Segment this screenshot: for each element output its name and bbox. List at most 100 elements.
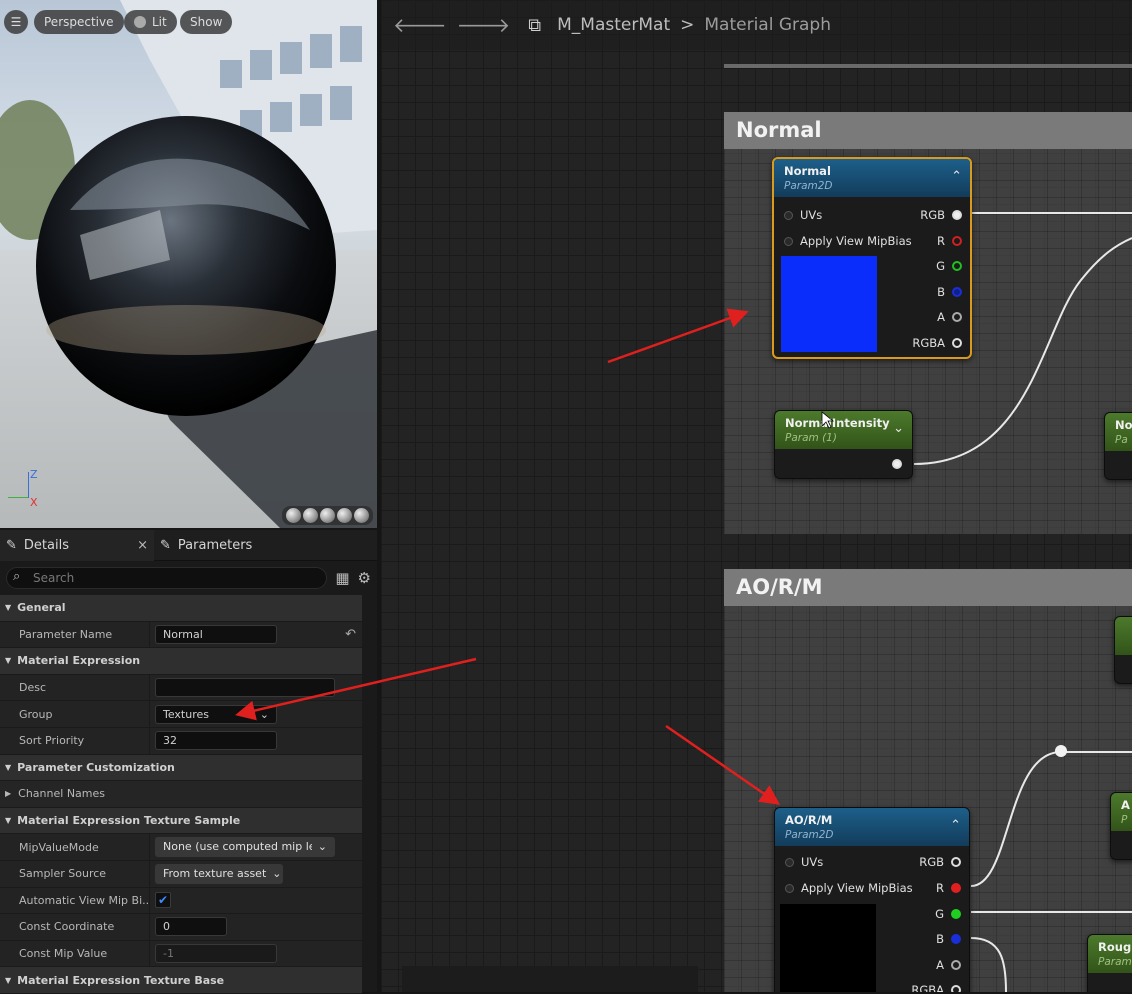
pin-icon [951,934,961,944]
pin-icon [951,857,961,867]
node-normal-intensity[interactable]: NormalIntensity Param (1) ⌄ [774,410,913,479]
forward-arrow-icon[interactable]: 🡒 [457,13,511,37]
auto-view-mip-checkbox[interactable]: ✔ [155,892,171,909]
output-pin-rgb[interactable]: RGB [920,208,962,222]
chevron-up-icon[interactable]: ⌃ [950,818,961,833]
pin-icon [952,210,962,220]
category-texture-sample[interactable]: ▼ Material Expression Texture Sample [0,807,362,835]
cylinder-mesh-icon[interactable] [286,508,301,523]
collapse-triangle-icon: ▼ [5,816,12,826]
category-texture-base[interactable]: ▼ Material Expression Texture Base [0,967,362,994]
lit-button[interactable]: Lit [124,10,177,34]
output-pin-a[interactable]: A [937,310,962,324]
texture-preview [780,904,876,992]
sort-priority-field[interactable]: 32 [155,731,277,751]
output-pin-b[interactable]: B [937,285,962,299]
teapot-mesh-icon[interactable] [354,508,369,523]
input-pin-uvs[interactable]: UVs [785,855,823,869]
reset-arrow-icon[interactable]: ↶ [345,627,356,642]
pin-icon [951,960,961,970]
mip-value-mode-combo[interactable]: None (use computed mip leve ⌄ [155,837,335,858]
pin-icon [951,985,961,992]
tab-parameters[interactable]: ✎ Parameters [154,530,258,561]
node-partial-right[interactable]: A P [1110,792,1132,860]
input-pin-uvs[interactable]: UVs [784,208,822,222]
category-material-expression[interactable]: ▼ Material Expression [0,648,362,675]
output-pin-rgba[interactable]: RGBA [912,336,962,350]
pin-icon [784,210,793,220]
show-button[interactable]: Show [180,10,233,34]
comment-title[interactable]: AO/R/M [724,569,1132,606]
node-header[interactable]: AO/R/M Param2D ⌃ [775,808,969,846]
output-pin-r[interactable]: R [936,881,961,895]
sampler-source-combo[interactable]: From texture asset ⌄ [155,863,283,884]
sphere-icon [134,16,146,28]
output-pin-g[interactable]: G [935,907,961,921]
breadcrumb-graph[interactable]: Material Graph [704,15,831,35]
comment-title[interactable]: Normal [724,112,1132,149]
node-partial-roughness[interactable]: Rough Param [1087,934,1132,992]
node-normal-texture[interactable]: Normal Param2D ⌃ UVs Apply View MipBias … [772,157,972,359]
table-view-icon[interactable]: ▦ [335,569,349,587]
chevron-down-icon: ⌄ [272,866,282,880]
plane-mesh-icon[interactable] [320,508,335,523]
pin-icon [785,857,794,867]
close-icon[interactable]: × [137,538,148,553]
output-pin-r[interactable]: R [937,234,962,248]
category-general[interactable]: ▼ General [0,595,362,622]
pin-icon [951,883,961,893]
node-partial-right[interactable] [1114,616,1132,684]
pin-icon [952,287,962,297]
search-input[interactable]: ⌕ Search [6,567,328,589]
property-mip-value-mode: MipValueMode None (use computed mip leve… [0,834,362,861]
output-pin-value[interactable] [892,459,902,469]
checkmark-icon: ✔ [157,893,169,908]
pin-icon [952,261,962,271]
sphere-mesh-icon[interactable] [303,508,318,523]
axis-gizmo: Z X [6,468,46,510]
pin-icon [952,338,962,348]
pin-icon [784,236,793,246]
material-preview-viewport[interactable]: ☰ Perspective Lit Show Z X [0,0,377,528]
node-aorm-texture[interactable]: AO/R/M Param2D ⌃ UVs Apply View MipBias … [774,807,970,992]
comment-box-top-edge [724,64,1132,68]
cube-mesh-icon[interactable] [337,508,352,523]
property-desc: Desc [0,674,362,702]
collapse-triangle-icon: ▼ [5,603,12,613]
hamburger-icon: ☰ [10,15,22,29]
const-coordinate-field[interactable]: 0 [155,917,227,937]
chevron-up-icon[interactable]: ⌃ [951,169,962,184]
search-icon: ⌕ [13,569,21,584]
parameter-name-field[interactable]: Normal [155,624,277,644]
back-arrow-icon[interactable]: 🡐 [393,13,447,37]
preview-mesh-toolbar[interactable] [282,506,373,525]
breadcrumb-asset[interactable]: M_MasterMat [557,15,670,35]
output-pin-g[interactable]: G [936,259,962,273]
collapse-triangle-icon: ▼ [5,762,12,772]
property-channel-names[interactable]: ▶ Channel Names [0,781,362,808]
pin-icon [951,909,961,919]
chevron-down-icon[interactable]: ⌄ [893,421,904,436]
node-header[interactable]: Normal Param2D ⌃ [774,159,970,197]
material-graph-canvas[interactable]: Normal AO/R/M Normal Param2D ⌃ UVs Apply… [381,0,1132,992]
output-pin-a[interactable]: A [936,958,961,972]
input-pin-mipbias[interactable]: Apply View MipBias [785,881,913,895]
settings-gear-icon[interactable]: ⚙ [358,569,371,587]
perspective-button[interactable]: Perspective [34,10,124,34]
const-mip-value-field[interactable]: -1 [155,944,277,964]
texture-preview [781,256,877,352]
category-parameter-customization[interactable]: ▼ Parameter Customization [0,754,362,782]
viewport-menu-button[interactable]: ☰ [4,10,28,34]
node-header[interactable]: NormalIntensity Param (1) ⌄ [775,411,912,449]
output-pin-rgba[interactable]: RGBA [911,983,961,992]
output-pin-rgb[interactable]: RGB [919,855,961,869]
input-pin-mipbias[interactable]: Apply View MipBias [784,234,912,248]
node-partial-right[interactable]: No Pa [1104,412,1132,480]
output-pin-b[interactable]: B [936,932,961,946]
desc-field[interactable] [155,678,335,698]
property-auto-view-mip: Automatic View Mip Bi... ✔ [0,887,362,915]
group-combo[interactable]: Textures ⌄ [155,704,277,724]
property-group: Group Textures ⌄ [0,701,362,728]
graph-hint-bar [402,966,698,992]
tab-details[interactable]: ✎ Details × [0,529,154,561]
